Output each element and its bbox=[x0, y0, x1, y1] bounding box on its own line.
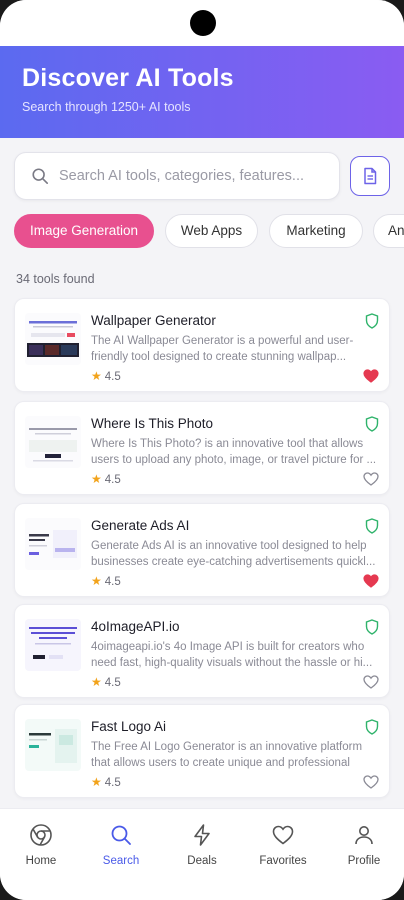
tool-name: 4oImageAPI.io bbox=[91, 619, 180, 634]
chip-partial[interactable]: An bbox=[373, 214, 404, 248]
user-icon bbox=[355, 826, 373, 845]
search-icon bbox=[111, 825, 131, 845]
document-icon bbox=[364, 167, 377, 185]
tool-card[interactable]: Where Is This Photo Where Is This Photo?… bbox=[14, 401, 390, 495]
favorite-heart-icon[interactable] bbox=[363, 675, 379, 689]
bottom-nav: Home Search Deals Favorites Profile bbox=[0, 808, 404, 900]
nav-deals[interactable]: Deals bbox=[167, 823, 237, 879]
tool-rating: ★ 4.5 bbox=[91, 775, 121, 789]
tool-card[interactable]: Generate Ads AI Generate Ads AI is an in… bbox=[14, 503, 390, 597]
star-icon: ★ bbox=[91, 675, 102, 689]
favorite-heart-icon[interactable] bbox=[363, 775, 379, 789]
nav-label: Search bbox=[102, 855, 140, 867]
star-icon: ★ bbox=[91, 472, 102, 486]
document-filter-button[interactable] bbox=[350, 156, 390, 196]
verified-shield-icon bbox=[365, 518, 379, 534]
category-chips: Image Generation Web Apps Marketing An bbox=[0, 214, 404, 250]
results-count: 34 tools found bbox=[16, 272, 95, 286]
nav-home[interactable]: Home bbox=[6, 823, 76, 879]
header-banner: Discover AI Tools Search through 1250+ A… bbox=[0, 46, 404, 138]
tool-rating: ★ 4.5 bbox=[91, 369, 121, 383]
nav-label: Home bbox=[25, 855, 57, 867]
heart-icon bbox=[272, 825, 294, 845]
favorite-heart-icon[interactable] bbox=[363, 574, 379, 588]
tool-description: The Free AI Logo Generator is an innovat… bbox=[91, 741, 363, 769]
nav-label: Favorites bbox=[259, 855, 307, 867]
tool-thumbnail bbox=[25, 313, 81, 365]
tool-card[interactable]: Wallpaper Generator The AI Wallpaper Gen… bbox=[14, 298, 390, 392]
page-title: Discover AI Tools bbox=[22, 64, 234, 92]
rating-value: 4.5 bbox=[104, 677, 121, 689]
tool-card[interactable]: Fast Logo Ai The Free AI Logo Generator … bbox=[14, 704, 390, 798]
verified-shield-icon bbox=[365, 619, 379, 635]
verified-shield-icon bbox=[365, 313, 379, 329]
verified-shield-icon bbox=[365, 719, 379, 735]
tool-name: Generate Ads AI bbox=[91, 518, 190, 533]
search-placeholder: Search AI tools, categories, features... bbox=[59, 168, 305, 184]
tool-rating: ★ 4.5 bbox=[91, 675, 121, 689]
rating-value: 4.5 bbox=[104, 576, 121, 588]
chip-web-apps[interactable]: Web Apps bbox=[165, 214, 258, 248]
tool-description: The AI Wallpaper Generator is a powerful… bbox=[91, 335, 354, 363]
camera-cutout bbox=[190, 10, 216, 36]
star-icon: ★ bbox=[91, 775, 102, 789]
tool-description: Generate Ads AI is an innovative tool de… bbox=[91, 540, 376, 568]
tool-thumbnail bbox=[25, 416, 81, 468]
search-icon bbox=[32, 168, 49, 185]
chrome-icon bbox=[30, 824, 52, 846]
verified-shield-icon bbox=[365, 416, 379, 432]
tool-card[interactable]: 4oImageAPI.io 4oimageapi.io's 4o Image A… bbox=[14, 604, 390, 698]
chip-image-generation[interactable]: Image Generation bbox=[14, 214, 154, 248]
search-input[interactable]: Search AI tools, categories, features... bbox=[14, 152, 340, 200]
tool-rating: ★ 4.5 bbox=[91, 574, 121, 588]
tool-description: 4oimageapi.io's 4o Image API is built fo… bbox=[91, 641, 373, 669]
tool-name: Fast Logo Ai bbox=[91, 719, 167, 734]
chip-marketing[interactable]: Marketing bbox=[269, 214, 363, 248]
page-subtitle: Search through 1250+ AI tools bbox=[22, 100, 191, 114]
nav-favorites[interactable]: Favorites bbox=[248, 823, 318, 879]
rating-value: 4.5 bbox=[104, 474, 121, 486]
nav-search[interactable]: Search bbox=[86, 823, 156, 879]
tool-name: Where Is This Photo bbox=[91, 416, 214, 431]
nav-label: Profile bbox=[347, 855, 381, 867]
nav-label: Deals bbox=[187, 855, 217, 867]
rating-value: 4.5 bbox=[104, 777, 121, 789]
star-icon: ★ bbox=[91, 574, 102, 588]
status-bar bbox=[0, 0, 404, 46]
favorite-heart-icon[interactable] bbox=[363, 472, 379, 486]
tool-description: Where Is This Photo? is an innovative to… bbox=[91, 438, 377, 466]
tool-name: Wallpaper Generator bbox=[91, 313, 216, 328]
tool-thumbnail bbox=[25, 719, 81, 771]
tool-thumbnail bbox=[25, 619, 81, 671]
favorite-heart-icon[interactable] bbox=[363, 369, 379, 383]
rating-value: 4.5 bbox=[104, 371, 121, 383]
tool-thumbnail bbox=[25, 518, 81, 570]
nav-profile[interactable]: Profile bbox=[329, 823, 399, 879]
tool-rating: ★ 4.5 bbox=[91, 472, 121, 486]
star-icon: ★ bbox=[91, 369, 102, 383]
phone-screen: Discover AI Tools Search through 1250+ A… bbox=[0, 0, 404, 900]
lightning-icon bbox=[194, 824, 210, 846]
